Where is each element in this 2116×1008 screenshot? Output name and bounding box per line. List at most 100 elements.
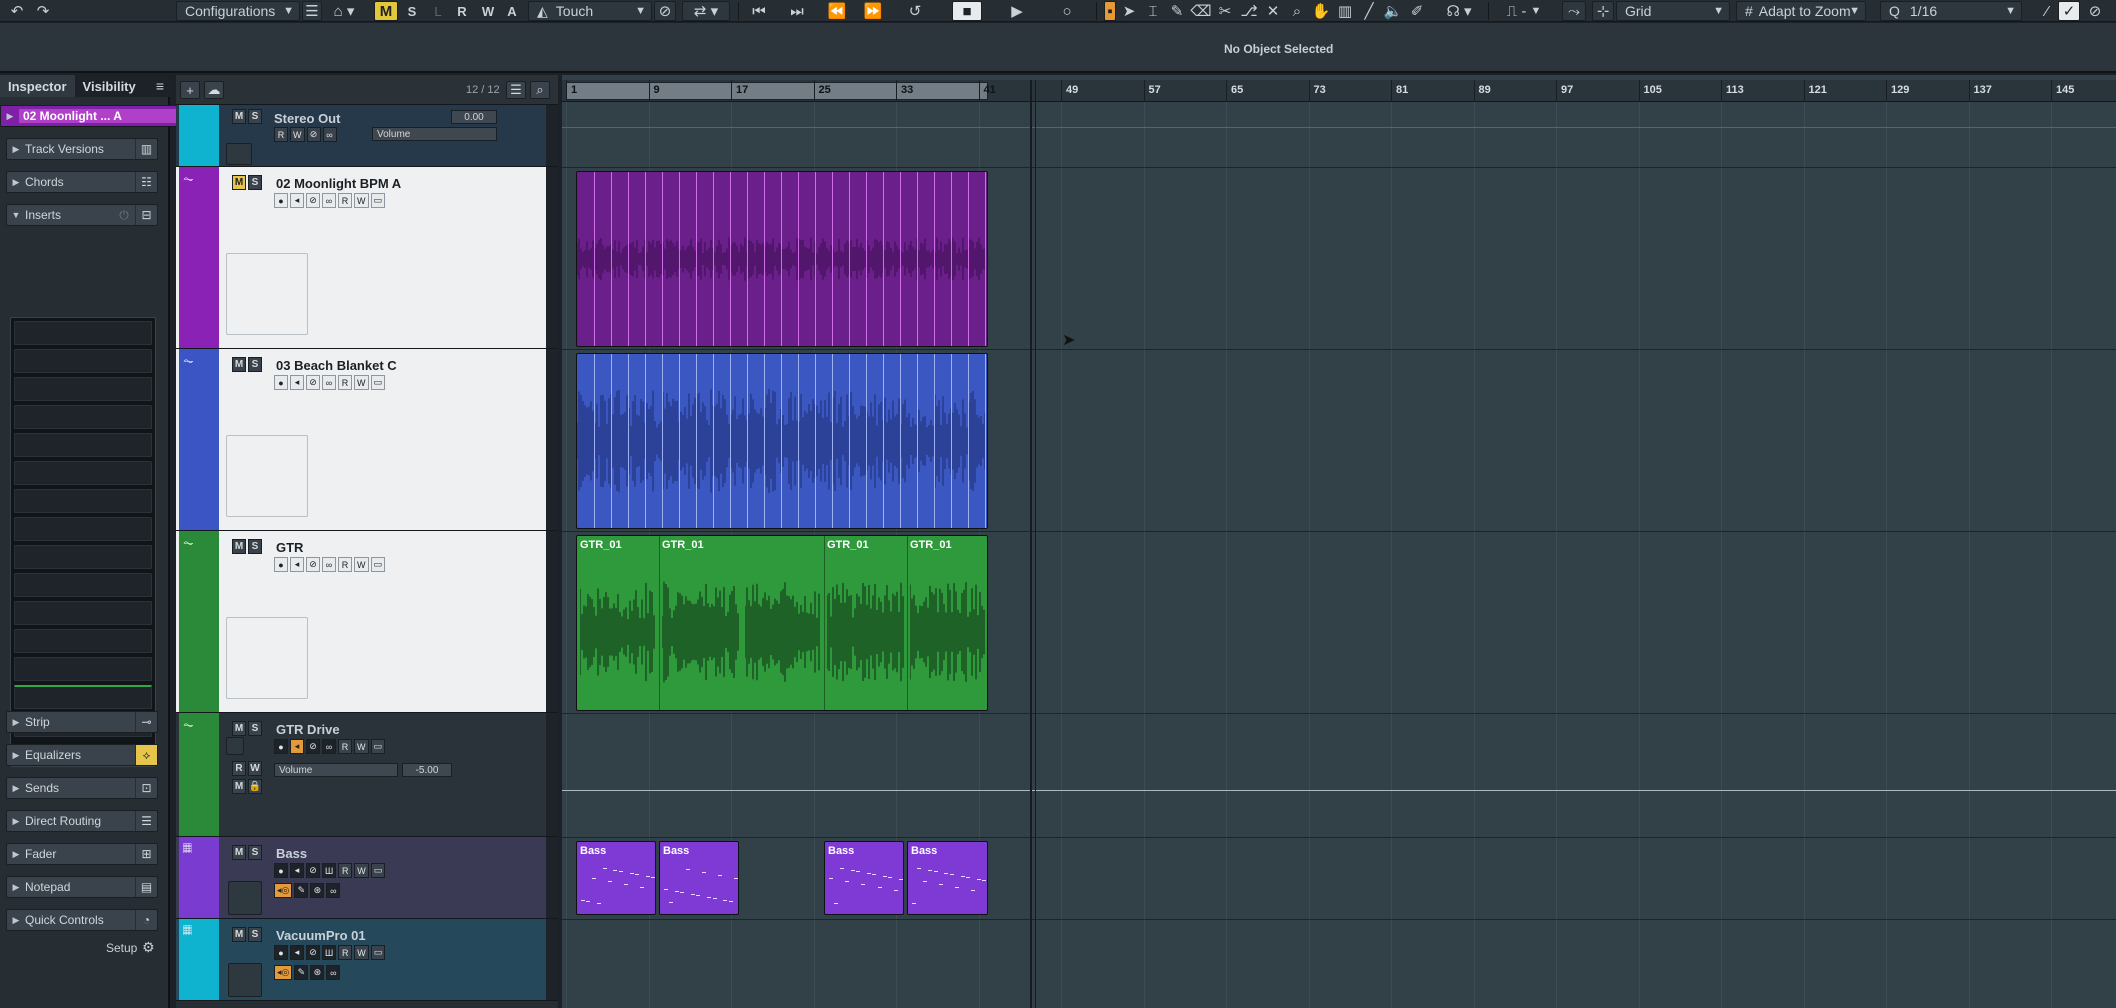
read-indicator[interactable]: R bbox=[450, 1, 474, 21]
configurations-dropdown[interactable]: Configurations ▼ bbox=[176, 1, 300, 21]
automation-mute-button[interactable]: M bbox=[232, 779, 246, 794]
read-button[interactable]: R bbox=[338, 375, 352, 390]
tool-snap-icon[interactable]: ▪ bbox=[1104, 1, 1116, 21]
section-direct-routing[interactable]: ▶ Direct Routing ☰ bbox=[6, 810, 158, 832]
automation-read-button[interactable]: R bbox=[232, 761, 246, 776]
insert-slot[interactable] bbox=[14, 461, 152, 485]
midi-event-bass[interactable]: Bass bbox=[659, 841, 739, 915]
routing-icon[interactable]: ☰ bbox=[135, 811, 157, 831]
volume-value[interactable]: 0.00 bbox=[451, 110, 497, 124]
link-icon[interactable]: ∞ bbox=[322, 557, 336, 572]
write-button[interactable]: W bbox=[354, 193, 369, 208]
section-fader[interactable]: ▶ Fader ⊞ bbox=[6, 843, 158, 865]
section-inserts[interactable]: ▼ Inserts ⏻ ⊟ bbox=[6, 204, 158, 226]
track-bass[interactable]: 𝄜 M S Bass ● ◂ ⊘ Ш R W ▭ ◂◎ ✎ ⊛ ∞ bbox=[176, 837, 558, 919]
record-enable-icon[interactable]: ● bbox=[274, 863, 288, 878]
window-layout-icon[interactable]: ⌂ ▾ bbox=[324, 1, 364, 21]
insert-slot[interactable] bbox=[14, 489, 152, 513]
solo-button[interactable]: S bbox=[248, 539, 262, 554]
write-button[interactable]: W bbox=[354, 739, 369, 754]
insert-slot-post-fader[interactable] bbox=[14, 685, 152, 709]
automation-value[interactable]: -5.00 bbox=[402, 763, 452, 777]
project-window[interactable]: 1 9 17 25 33 41 49 57 65 73 81 89 97 105 113 121 129 137 1… bbox=[562, 75, 2116, 1008]
redo-icon[interactable]: ↷ bbox=[30, 1, 56, 21]
monitor-icon[interactable]: ◂ bbox=[290, 557, 304, 572]
mute-tool-icon[interactable]: ✕ bbox=[1262, 1, 1284, 21]
read-button[interactable]: R bbox=[338, 739, 352, 754]
write-indicator[interactable]: W bbox=[476, 1, 500, 21]
ruler[interactable]: 1 9 17 25 33 41 49 57 65 73 81 89 97 105 113 121 129 137 1… bbox=[562, 80, 2116, 102]
track-stereo-out[interactable]: M S Stereo Out 0.00 R W ⊘ ∞ Volume bbox=[176, 105, 558, 167]
add-track-icon[interactable]: + bbox=[180, 81, 200, 99]
mute-indicator[interactable]: M bbox=[374, 1, 398, 21]
cycle-icon[interactable]: ↺ bbox=[898, 1, 932, 21]
hand-icon[interactable]: ✋ bbox=[1310, 1, 1332, 21]
insert-slot[interactable] bbox=[14, 321, 152, 345]
automation-mode-dropdown[interactable]: ◭ Touch ▼ bbox=[528, 1, 652, 21]
monitor-icon[interactable]: ◂ bbox=[290, 945, 304, 960]
audio-events-gtr[interactable]: GTR_01 GTR_01 GTR_01 GTR_01 bbox=[576, 535, 988, 711]
line-tool-icon[interactable]: ╱ bbox=[1358, 1, 1380, 21]
section-sends[interactable]: ▶ Sends ⊡ bbox=[6, 777, 158, 799]
edit-instrument-icon[interactable]: Ш bbox=[322, 863, 337, 878]
solo-button[interactable]: S bbox=[248, 845, 262, 860]
write-button[interactable]: W bbox=[354, 945, 369, 960]
range-selection-icon[interactable]: ⌶ bbox=[1142, 1, 1164, 21]
go-to-start-icon[interactable]: ⏮ bbox=[744, 1, 774, 21]
edit-channel-icon[interactable]: ⊘ bbox=[306, 557, 320, 572]
section-notepad[interactable]: ▶ Notepad ▤ bbox=[6, 876, 158, 898]
strip-icon[interactable]: ⊸ bbox=[135, 712, 157, 732]
edit-channel-icon[interactable]: ⊘ bbox=[306, 863, 320, 878]
write-button[interactable]: W bbox=[354, 375, 369, 390]
section-quick-controls[interactable]: ▶ Quick Controls ◔ bbox=[6, 909, 158, 931]
section-track-versions[interactable]: ▶ Track Versions ▥ bbox=[6, 138, 158, 160]
zoom-mode-dropdown[interactable]: # Adapt to Zoom ▼ bbox=[1736, 1, 1866, 21]
edit-icon[interactable]: ⊘ bbox=[654, 1, 676, 21]
edit-channel-icon[interactable]: ⊘ bbox=[306, 127, 321, 142]
solo-button[interactable]: S bbox=[248, 175, 262, 190]
object-selection-icon[interactable]: ➤ bbox=[1118, 1, 1140, 21]
midi-event-bass[interactable]: Bass bbox=[576, 841, 656, 915]
pencil-icon[interactable]: ✎ bbox=[294, 883, 309, 898]
lanes-icon[interactable]: ▭ bbox=[370, 193, 386, 208]
read-button[interactable]: R bbox=[338, 863, 353, 878]
link-icon[interactable]: ∞ bbox=[322, 739, 336, 754]
record-icon[interactable]: ○ bbox=[1050, 1, 1084, 21]
glue-icon[interactable]: ⎇ bbox=[1238, 1, 1260, 21]
insert-slot[interactable] bbox=[14, 601, 152, 625]
insert-slot[interactable] bbox=[14, 629, 152, 653]
automation-write-button[interactable]: W bbox=[248, 761, 262, 776]
monitor-icon[interactable]: ◂ bbox=[290, 375, 304, 390]
eq-icon[interactable]: ⟡ bbox=[135, 745, 157, 765]
mute-button[interactable]: M bbox=[232, 721, 246, 736]
punch-icon[interactable]: ⇄ ▾ bbox=[682, 1, 730, 21]
insert-slot[interactable] bbox=[14, 377, 152, 401]
split-icon[interactable]: ✂ bbox=[1214, 1, 1236, 21]
listen-indicator[interactable]: L bbox=[426, 1, 450, 21]
grid-type-dropdown[interactable]: Grid ▼ bbox=[1616, 1, 1730, 21]
record-enable-icon[interactable]: ● bbox=[274, 739, 288, 754]
quantize-preset-icon[interactable]: ✓ bbox=[2058, 1, 2080, 21]
read-button[interactable]: R bbox=[274, 127, 288, 142]
mute-button[interactable]: M bbox=[232, 539, 246, 554]
lanes-icon[interactable]: ▭ bbox=[370, 375, 386, 390]
notepad-icon[interactable]: ▤ bbox=[135, 877, 157, 897]
menu-icon[interactable]: ≡ bbox=[156, 78, 164, 94]
gear-icon[interactable]: ⚙ bbox=[142, 939, 155, 956]
rewind-icon[interactable]: ⏪ bbox=[820, 1, 854, 21]
go-to-end-icon[interactable]: ⏭ bbox=[782, 1, 812, 21]
inserts-routing-icon[interactable]: ⊟ bbox=[135, 205, 157, 225]
quantize-dropdown[interactable]: Q 1/16 ▼ bbox=[1880, 1, 2022, 21]
play-icon[interactable]: ▶ bbox=[1000, 1, 1034, 21]
lanes-icon[interactable]: ▭ bbox=[370, 557, 386, 572]
mute-button[interactable]: M bbox=[232, 175, 246, 190]
lanes-icon[interactable]: ▭ bbox=[370, 945, 386, 960]
insert-slot[interactable] bbox=[14, 433, 152, 457]
section-strip[interactable]: ▶ Strip ⊸ bbox=[6, 711, 158, 733]
volume-automation-line[interactable] bbox=[562, 790, 2116, 791]
midi-monitor-icon[interactable]: ◂◎ bbox=[274, 883, 293, 898]
track-gtr[interactable]: ⏦ M S GTR ● ◂ ⊘ ∞ R W ▭ bbox=[176, 531, 558, 713]
edit-channel-icon[interactable]: ⊘ bbox=[306, 739, 320, 754]
nudge-dropdown[interactable]: ⎍ - ▼ bbox=[1494, 1, 1554, 21]
read-button[interactable]: R bbox=[338, 557, 352, 572]
